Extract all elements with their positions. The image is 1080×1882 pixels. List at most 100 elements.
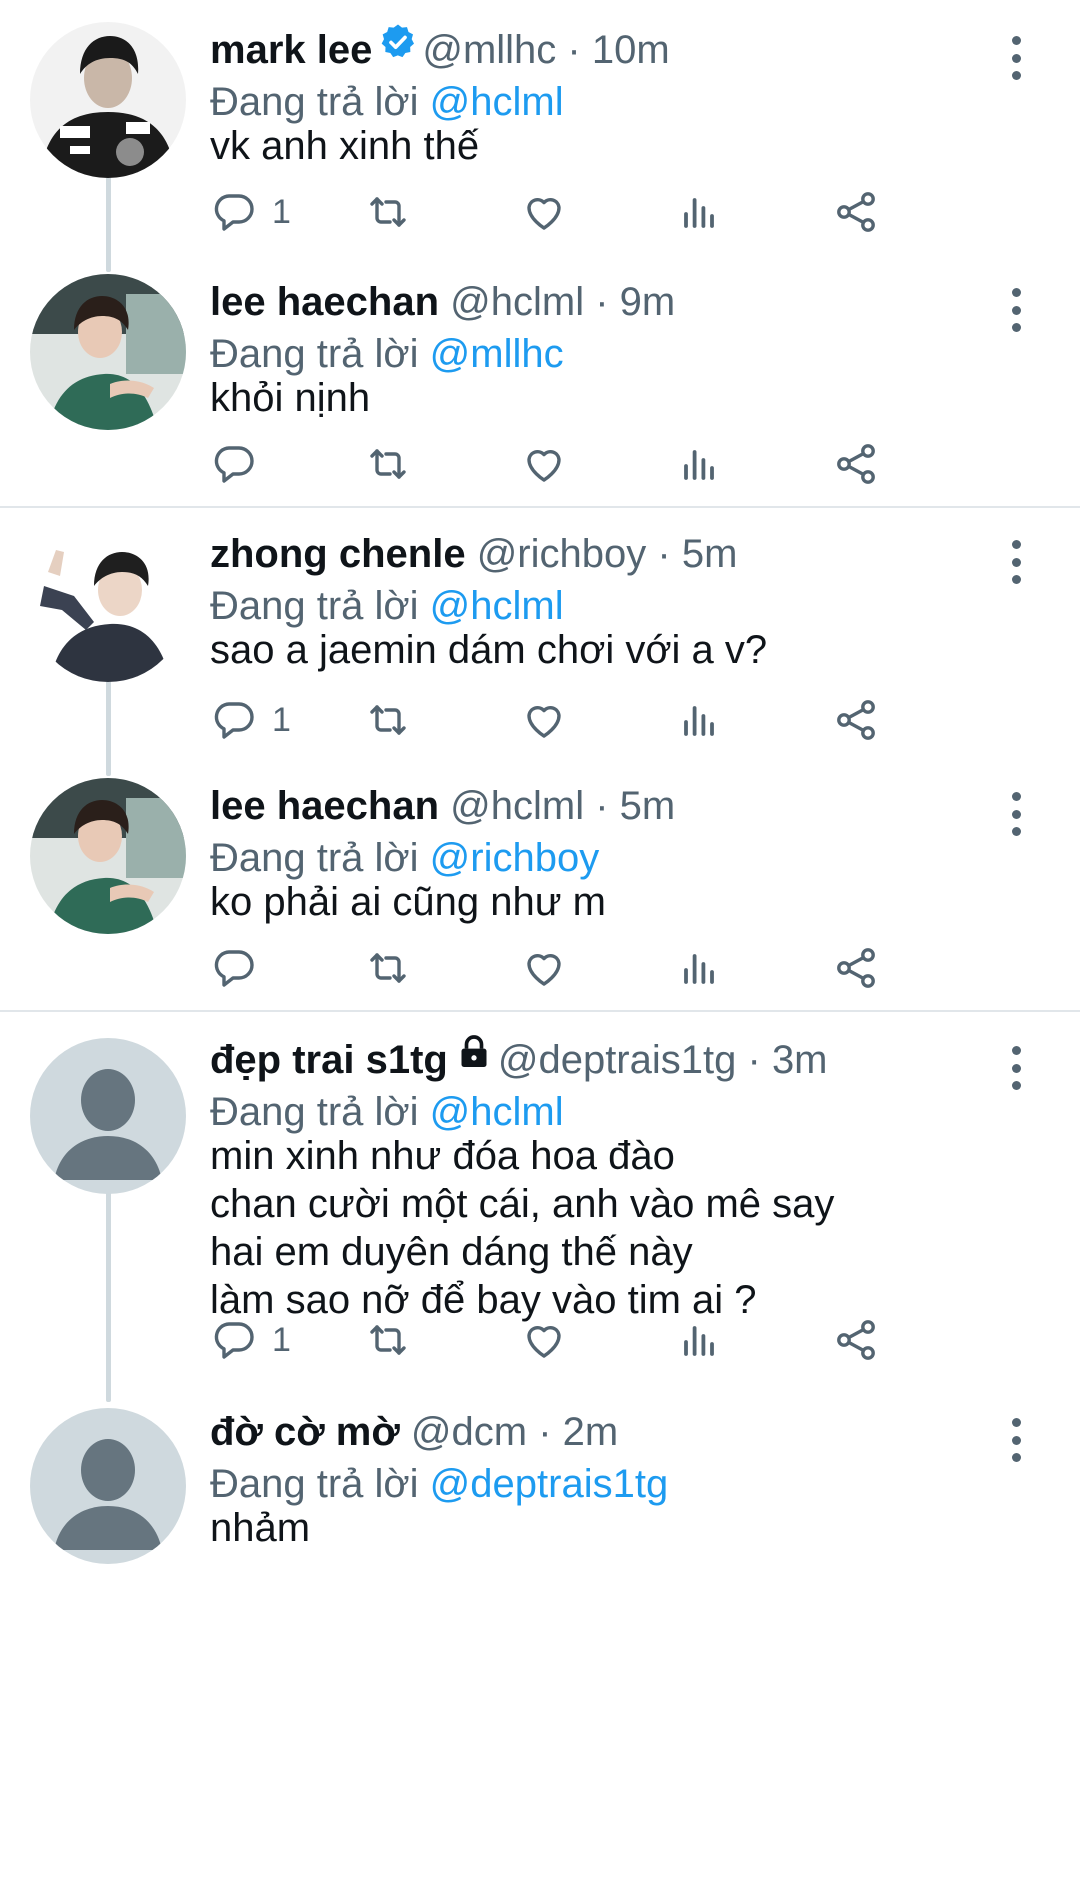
tweet[interactable]: đờ cờ mờ @dcm · 2m Đang trả lời @deptrai… (0, 1404, 1080, 1564)
more-options-icon[interactable] (1004, 786, 1028, 842)
mention-link[interactable]: @hclml (430, 80, 564, 124)
handle[interactable]: @deptrais1tg (498, 1038, 737, 1082)
action-bar: 1 (210, 182, 1010, 242)
display-name[interactable]: lee haechan (210, 280, 439, 324)
tweet[interactable]: lee haechan @hclml · 5m Đang trả lời @ri… (0, 778, 1080, 1010)
avatar[interactable] (30, 1408, 186, 1564)
reply-button[interactable] (210, 434, 272, 494)
tweet[interactable]: lee haechan @hclml · 9m Đang trả lời @ml… (0, 274, 1080, 506)
handle[interactable]: @hclml (450, 280, 584, 324)
mention-link[interactable]: @hclml (430, 584, 564, 628)
heart-icon (520, 440, 568, 488)
like-button[interactable] (520, 690, 568, 750)
tweet[interactable]: đẹp trai s1tg @deptrais1tg · 3m Đang trả … (0, 1032, 1080, 1402)
timestamp[interactable]: 5m (682, 532, 738, 576)
share-button[interactable] (832, 182, 880, 242)
handle[interactable]: @mllhc (422, 28, 556, 72)
reply-prefix: Đang trả lời (210, 80, 419, 124)
separator-dot: · (747, 1038, 761, 1082)
timestamp[interactable]: 9m (620, 280, 676, 324)
display-name[interactable]: mark lee (210, 28, 372, 72)
views-button[interactable] (676, 938, 724, 998)
default-avatar-icon (30, 1408, 186, 1564)
reply-prefix: Đang trả lời (210, 332, 419, 376)
reply-count: 1 (272, 1320, 291, 1359)
avatar[interactable] (30, 22, 186, 178)
heart-icon (520, 944, 568, 992)
mention-link[interactable]: @deptrais1tg (430, 1462, 669, 1506)
tweet-text: ko phải ai cũng như m (210, 880, 606, 924)
action-bar (210, 434, 1010, 494)
retweet-icon (364, 944, 412, 992)
avatar[interactable] (30, 274, 186, 430)
default-avatar-icon (30, 1038, 186, 1194)
tweet[interactable]: mark lee @mllhc · 10m Đang trả lời @hclml… (0, 22, 1080, 262)
heart-icon (520, 188, 568, 236)
retweet-button[interactable] (364, 1310, 412, 1370)
separator-dot: · (595, 784, 609, 828)
views-button[interactable] (676, 182, 724, 242)
retweet-button[interactable] (364, 182, 412, 242)
bar-chart-icon (676, 440, 724, 488)
handle[interactable]: @dcm (411, 1410, 527, 1454)
speech-bubble-icon (210, 1316, 258, 1364)
share-button[interactable] (832, 1310, 880, 1370)
separator-dot: · (538, 1410, 552, 1454)
share-button[interactable] (832, 434, 880, 494)
reply-prefix: Đang trả lời (210, 1090, 419, 1134)
display-name[interactable]: đẹp trai s1tg (210, 1038, 448, 1082)
like-button[interactable] (520, 434, 568, 494)
timestamp[interactable]: 10m (592, 28, 670, 72)
reply-count: 1 (272, 192, 291, 231)
handle[interactable]: @richboy (477, 532, 647, 576)
views-button[interactable] (676, 434, 724, 494)
views-button[interactable] (676, 690, 724, 750)
views-button[interactable] (676, 1310, 724, 1370)
share-icon (832, 696, 880, 744)
action-bar: 1 (210, 1310, 1010, 1370)
share-icon (832, 1316, 880, 1364)
tweet-text: sao a jaemin dám chơi với a v? (210, 628, 768, 672)
retweet-button[interactable] (364, 938, 412, 998)
reply-button[interactable]: 1 (210, 690, 291, 750)
heart-icon (520, 1316, 568, 1364)
avatar[interactable] (30, 526, 186, 682)
separator-dot: · (595, 280, 609, 324)
reply-prefix: Đang trả lời (210, 836, 419, 880)
tweet[interactable]: zhong chenle @richboy · 5m Đang trả lời … (0, 526, 1080, 766)
speech-bubble-icon (210, 944, 258, 992)
reply-button[interactable] (210, 938, 272, 998)
like-button[interactable] (520, 1310, 568, 1370)
tweet-text: vk anh xinh thế (210, 124, 480, 168)
handle[interactable]: @hclml (450, 784, 584, 828)
retweet-icon (364, 440, 412, 488)
more-options-icon[interactable] (1004, 30, 1028, 86)
more-options-icon[interactable] (1004, 534, 1028, 590)
reply-button[interactable]: 1 (210, 1310, 291, 1370)
mention-link[interactable]: @richboy (430, 836, 600, 880)
retweet-button[interactable] (364, 434, 412, 494)
more-options-icon[interactable] (1004, 282, 1028, 338)
more-options-icon[interactable] (1004, 1040, 1028, 1096)
avatar[interactable] (30, 778, 186, 934)
mention-link[interactable]: @mllhc (430, 332, 564, 376)
like-button[interactable] (520, 182, 568, 242)
reply-button[interactable]: 1 (210, 182, 291, 242)
display-name[interactable]: zhong chenle (210, 532, 466, 576)
speech-bubble-icon (210, 440, 258, 488)
display-name[interactable]: đờ cờ mờ (210, 1410, 400, 1454)
separator-dot: · (567, 28, 581, 72)
timestamp[interactable]: 3m (772, 1038, 828, 1082)
avatar[interactable] (30, 1038, 186, 1194)
share-button[interactable] (832, 690, 880, 750)
timestamp[interactable]: 2m (563, 1410, 619, 1454)
like-button[interactable] (520, 938, 568, 998)
mention-link[interactable]: @hclml (430, 1090, 564, 1134)
share-icon (832, 944, 880, 992)
share-button[interactable] (832, 938, 880, 998)
reply-prefix: Đang trả lời (210, 584, 419, 628)
retweet-button[interactable] (364, 690, 412, 750)
timestamp[interactable]: 5m (620, 784, 676, 828)
more-options-icon[interactable] (1004, 1412, 1028, 1468)
display-name[interactable]: lee haechan (210, 784, 439, 828)
